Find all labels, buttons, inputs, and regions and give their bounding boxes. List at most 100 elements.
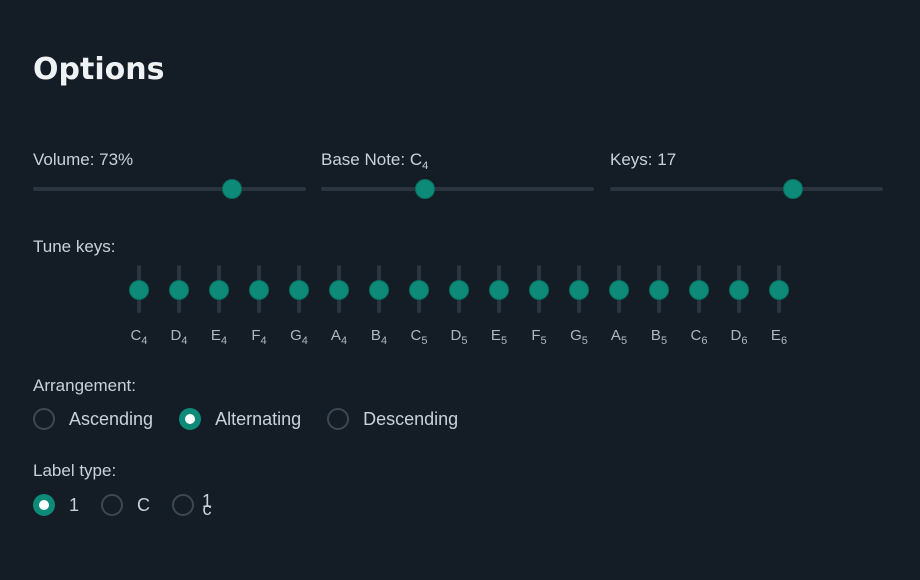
- tune-key-slider[interactable]: A5: [599, 265, 639, 350]
- tune-key-thumb[interactable]: [129, 280, 149, 300]
- tune-key-slider[interactable]: F5: [519, 265, 559, 350]
- tune-key-slider[interactable]: D6: [719, 265, 759, 350]
- tune-key-note: C: [690, 327, 702, 344]
- tune-key-thumb[interactable]: [169, 280, 189, 300]
- tune-key-thumb[interactable]: [769, 280, 789, 300]
- tune-key-thumb[interactable]: [729, 280, 749, 300]
- tune-key-note: D: [170, 327, 182, 344]
- label-type-radio-stacked[interactable]: 1 c: [172, 492, 212, 519]
- keys-slider-thumb[interactable]: [782, 179, 803, 199]
- tune-key-octave: 5: [500, 335, 508, 347]
- tune-key-thumb[interactable]: [489, 280, 509, 300]
- tune-key-label: B5: [639, 327, 679, 347]
- base-note-slider[interactable]: [321, 179, 594, 199]
- tune-key-thumb[interactable]: [369, 280, 389, 300]
- tune-key-octave: 4: [141, 335, 148, 347]
- tune-key-thumb[interactable]: [329, 280, 349, 300]
- radio-circle[interactable]: [101, 494, 124, 516]
- tune-key-slider[interactable]: E4: [199, 265, 239, 350]
- tune-key-slider[interactable]: G5: [559, 265, 599, 350]
- radio-circle[interactable]: [172, 494, 195, 516]
- base-note-value: C: [409, 150, 423, 169]
- base-note-label-prefix: Base Note:: [321, 150, 410, 169]
- radio-circle[interactable]: [33, 494, 55, 516]
- volume-slider[interactable]: [33, 179, 306, 199]
- arrangement-radio-descending[interactable]: Descending: [327, 408, 458, 430]
- tune-key-octave: 5: [421, 335, 428, 347]
- arrangement-radio-alternating[interactable]: Alternating: [179, 408, 301, 430]
- tune-key-slider[interactable]: G4: [279, 265, 319, 350]
- tune-key-slider[interactable]: C5: [399, 265, 439, 350]
- tune-key-note: C: [130, 327, 142, 344]
- tune-key-slider[interactable]: C4: [119, 265, 159, 350]
- tune-key-thumb[interactable]: [649, 280, 669, 300]
- tune-key-octave: 4: [340, 335, 348, 347]
- tune-key-octave: 4: [260, 335, 267, 347]
- tune-key-octave: 4: [380, 335, 388, 347]
- volume-label: Volume: 73%: [33, 150, 134, 169]
- volume-slider-thumb[interactable]: [222, 179, 243, 199]
- tune-key-note: G: [290, 327, 302, 344]
- tune-key-slider[interactable]: C6: [679, 265, 719, 350]
- volume-slider-track[interactable]: [33, 187, 306, 191]
- keys-slider-track[interactable]: [610, 187, 883, 191]
- tune-key-slider[interactable]: A4: [319, 265, 359, 350]
- tune-key-thumb[interactable]: [209, 280, 229, 300]
- tune-key-thumb[interactable]: [249, 280, 269, 300]
- tune-key-octave: 5: [620, 335, 628, 347]
- tune-key-slider[interactable]: B4: [359, 265, 399, 350]
- tune-key-thumb[interactable]: [449, 280, 469, 300]
- label-type-radio-letter[interactable]: C: [101, 494, 150, 516]
- radio-label: Alternating: [215, 408, 302, 429]
- tune-key-octave: 6: [741, 335, 748, 347]
- base-note-slider-thumb[interactable]: [414, 179, 435, 199]
- tune-key-note: E: [210, 327, 221, 344]
- tune-key-note: A: [330, 327, 341, 344]
- label-type-label: Label type:: [33, 461, 117, 480]
- radio-circle[interactable]: [179, 408, 202, 430]
- tune-key-slider[interactable]: B5: [639, 265, 679, 350]
- tune-key-octave: 4: [220, 335, 228, 347]
- tune-key-slider[interactable]: D4: [159, 265, 199, 350]
- tune-key-octave: 5: [581, 335, 588, 347]
- tune-key-note: B: [650, 327, 661, 344]
- radio-label: 1 c: [202, 492, 212, 519]
- tune-key-label: G5: [559, 327, 599, 347]
- tune-key-label: D6: [719, 327, 759, 347]
- tune-key-label: C5: [399, 327, 439, 347]
- tune-key-thumb[interactable]: [689, 280, 709, 300]
- tune-key-slider[interactable]: D5: [439, 265, 479, 350]
- tune-key-thumb[interactable]: [409, 280, 429, 300]
- keys-label: Keys: 17: [610, 150, 677, 169]
- radio-circle[interactable]: [327, 408, 350, 430]
- tune-key-note: F: [251, 327, 261, 344]
- base-note-octave: 4: [422, 160, 429, 172]
- radio-label: Descending: [363, 408, 459, 429]
- tune-key-slider[interactable]: F4: [239, 265, 279, 350]
- tune-keys-label: Tune keys:: [33, 237, 116, 256]
- tune-key-note: A: [610, 327, 621, 344]
- base-note-label: Base Note: C4: [321, 150, 429, 172]
- arrangement-radio-ascending[interactable]: Ascending: [33, 408, 153, 430]
- tune-key-label: D4: [159, 327, 199, 347]
- tune-key-octave: 5: [461, 335, 468, 347]
- arrangement-radio-group: Ascending Alternating Descending: [33, 408, 484, 430]
- label-type-radio-number[interactable]: 1: [33, 494, 79, 516]
- tune-key-thumb[interactable]: [609, 280, 629, 300]
- tune-key-slider[interactable]: E6: [759, 265, 799, 350]
- radio-label: 1: [69, 494, 80, 515]
- tune-key-slider[interactable]: E5: [479, 265, 519, 350]
- keys-slider[interactable]: [610, 179, 883, 199]
- tune-key-thumb[interactable]: [529, 280, 549, 300]
- tune-key-octave: 6: [701, 335, 708, 347]
- tune-key-note: F: [531, 327, 541, 344]
- base-note-slider-track[interactable]: [321, 187, 594, 191]
- radio-label: Ascending: [69, 408, 154, 429]
- radio-label-bottom: c: [202, 499, 212, 519]
- tune-key-thumb[interactable]: [569, 280, 589, 300]
- tune-key-thumb[interactable]: [289, 280, 309, 300]
- radio-circle[interactable]: [33, 408, 55, 430]
- tune-key-note: E: [770, 327, 781, 344]
- page-title: Options: [33, 52, 165, 87]
- tune-key-note: D: [730, 327, 742, 344]
